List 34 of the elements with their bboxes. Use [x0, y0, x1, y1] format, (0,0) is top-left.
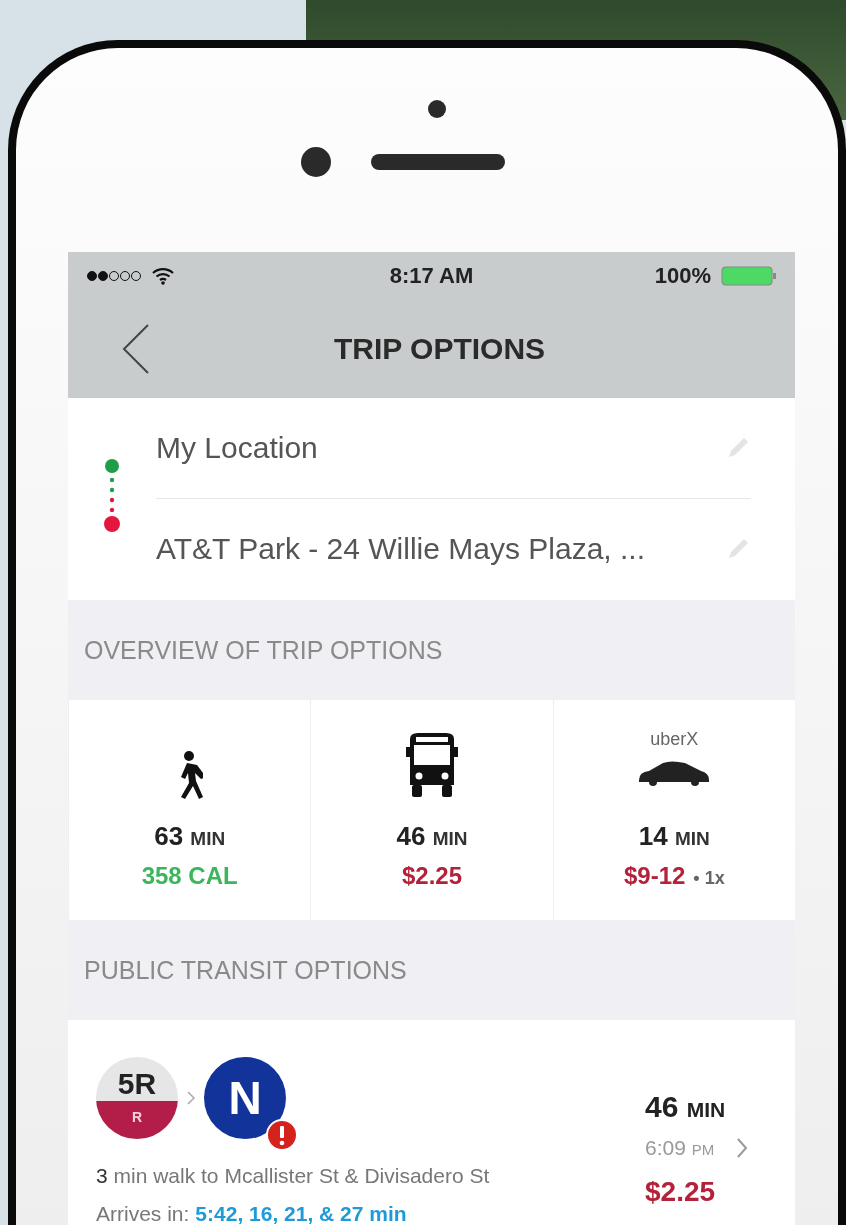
duration-text: 46 MIN	[645, 1090, 726, 1124]
clock-time: 8:17 AM	[389, 263, 474, 289]
chevron-right-icon[interactable]	[736, 1137, 749, 1159]
trip-option[interactable]: 63 MIN 358 CAL	[68, 700, 311, 920]
screen-title: TRIP OPTIONS	[332, 332, 547, 366]
walk-directions: 3 min walk to Mcallister St & Divisadero St	[96, 1164, 491, 1188]
camera-lens	[301, 147, 331, 177]
section-heading: OVERVIEW OF TRIP OPTIONS	[84, 635, 443, 665]
duration-text: 14 MIN	[638, 821, 710, 852]
car-icon	[637, 760, 712, 786]
wifi-icon	[152, 267, 174, 285]
departure-time: 6:09 PM	[645, 1136, 715, 1160]
sensor-dot	[428, 100, 446, 118]
price-text: $2.25	[401, 862, 462, 890]
trip-option[interactable]: 46 MIN $2.25	[310, 700, 553, 920]
signal-icon	[86, 269, 142, 283]
section-heading: PUBLIC TRANSIT OPTIONS	[84, 955, 407, 985]
battery-percent: 100%	[654, 263, 711, 289]
chevron-right-icon	[186, 1090, 196, 1106]
bus-icon	[404, 733, 460, 799]
location-field[interactable]: My Location	[156, 431, 725, 465]
surge-text: • 1x	[693, 868, 725, 889]
location-field[interactable]: AT&T Park - 24 Willie Mays Plaza, ...	[156, 532, 725, 566]
fare-text: $2.25	[645, 1176, 716, 1208]
bus-route-badge: 5R R	[96, 1057, 178, 1139]
arrival-times: 5:42, 16, 21, & 27 min	[195, 1202, 407, 1225]
price-text: $9-12	[623, 862, 686, 890]
trip-option[interactable]: uberX 14 MIN $9-12 • 1x	[552, 700, 795, 920]
battery-icon	[721, 265, 777, 287]
arrivals-label: Arrives in:	[96, 1202, 190, 1225]
duration-text: 46 MIN	[396, 821, 468, 852]
calorie-text: 358 CAL	[141, 862, 238, 890]
duration-text: 63 MIN	[154, 821, 226, 852]
service-label: uberX	[650, 729, 699, 750]
